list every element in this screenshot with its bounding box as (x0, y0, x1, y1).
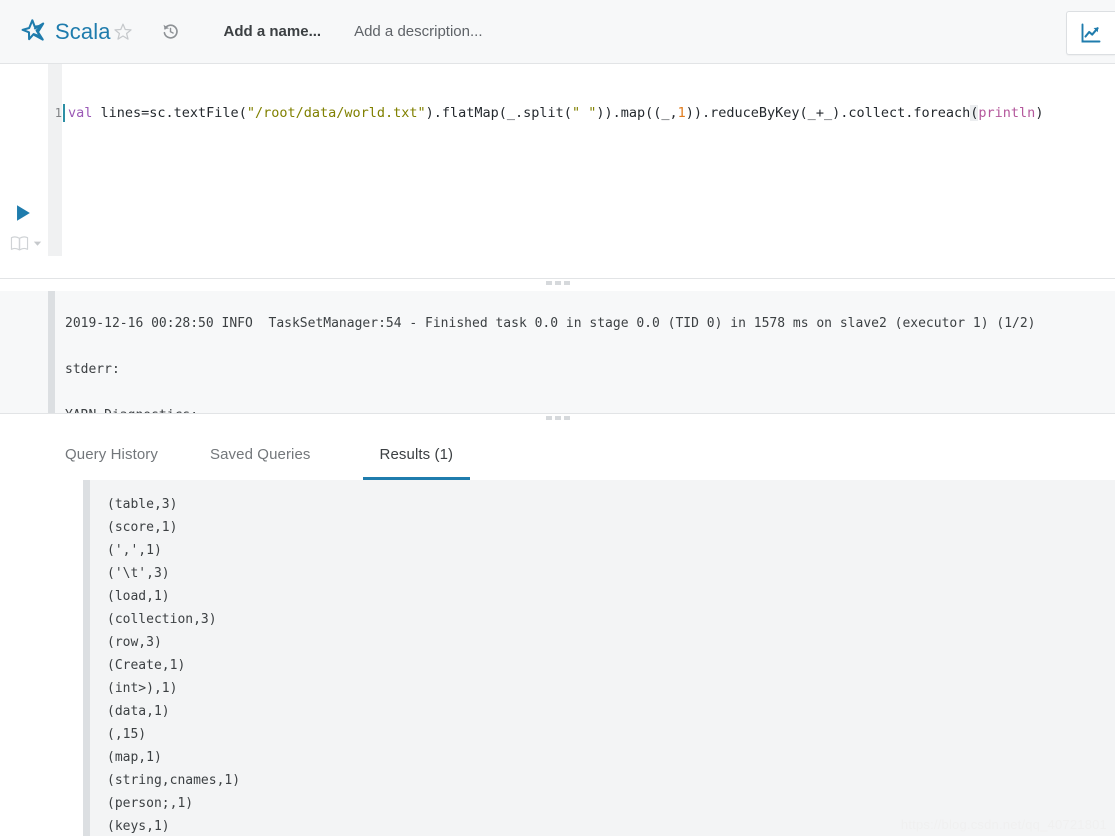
results-inner: (table,3) (score,1) (',',1) ('\t',3) (load,1… (83, 480, 1115, 836)
results-tabbar: Query History Saved Queries Results (1) (0, 426, 1115, 480)
code-editor-panel[interactable]: 1 val lines=sc.textFile("/root/data/worl… (0, 64, 1115, 278)
result-row: ('\t',3) (107, 566, 170, 581)
chevron-down-icon[interactable] (32, 238, 43, 249)
log-accent-bar (48, 291, 55, 413)
result-row: (',',1) (107, 543, 162, 558)
code-token-4: " " (571, 105, 597, 121)
brand[interactable]: Scala (20, 19, 111, 45)
code-token-12: ) (1035, 105, 1044, 121)
code-token-6: 1 (677, 105, 686, 121)
code-token-11: println (978, 105, 1036, 121)
code-token-0: val (68, 105, 93, 121)
tab-saved-queries[interactable]: Saved Queries (210, 446, 311, 480)
log-line: stderr: (65, 362, 120, 377)
query-description-input[interactable]: Add a description... (354, 23, 482, 40)
code-token-2: "/root/data/world.txt" (246, 105, 426, 121)
scala-star-logo-icon (20, 18, 46, 45)
editor-line-number: 1 (54, 106, 62, 120)
drag-handle-icon (545, 416, 570, 420)
header-actions (1066, 11, 1115, 55)
database-explorer-button[interactable] (10, 235, 43, 252)
run-query-button[interactable] (12, 202, 34, 224)
editor-log-splitter[interactable] (0, 278, 1115, 291)
editor-gutter (48, 64, 62, 256)
code-token-8: + (815, 105, 824, 121)
log-results-splitter[interactable] (0, 413, 1115, 426)
star-outline-icon[interactable] (113, 22, 133, 42)
log-line: 2019-12-16 00:28:50 INFO TaskSetManager:… (65, 316, 1036, 331)
result-row: (map,1) (107, 750, 162, 765)
result-row: (data,1) (107, 704, 170, 719)
results-accent-bar (83, 480, 90, 836)
results-panel: (table,3) (score,1) (',',1) ('\t',3) (load,1… (0, 480, 1115, 836)
tab-results-1[interactable]: Results (1) (362, 446, 471, 480)
code-token-9: _).collect.foreach (823, 105, 971, 121)
execution-log-panel: 2019-12-16 00:28:50 INFO TaskSetManager:… (0, 291, 1115, 413)
query-name-input[interactable]: Add a name... (224, 23, 322, 40)
visualization-toggle-button[interactable] (1066, 11, 1115, 55)
result-row: (table,3) (107, 497, 178, 512)
book-open-icon (10, 235, 29, 252)
history-revert-icon[interactable] (161, 22, 180, 41)
log-line: YARN Diagnostics: (65, 393, 1115, 413)
result-row: (collection,3) (107, 612, 217, 627)
code-token-3: ).flatMap(_.split( (425, 105, 572, 121)
log-body: 2019-12-16 00:28:50 INFO TaskSetManager:… (48, 291, 1115, 413)
result-row: (person;,1) (107, 796, 194, 811)
code-token-5: )).map((_, (596, 105, 678, 121)
result-row: (Create,1) (107, 658, 186, 673)
result-row: (int>),1) (107, 681, 178, 696)
result-row: (load,1) (107, 589, 170, 604)
result-row: (keys,1) (107, 819, 170, 834)
drag-handle-icon (545, 281, 570, 285)
editor-caret (63, 104, 65, 122)
results-list: (table,3) (score,1) (',',1) ('\t',3) (load,1… (83, 480, 1115, 836)
result-row: (string,cnames,1) (107, 773, 241, 788)
code-token-1: lines=sc.textFile( (92, 105, 247, 121)
editor-action-rail (0, 64, 48, 278)
scala-query-editor-app: Scala Add a name... Add a description... (0, 0, 1115, 840)
result-row: (score,1) (107, 520, 178, 535)
brand-name: Scala (55, 18, 111, 44)
tab-query-history[interactable]: Query History (65, 446, 158, 480)
result-row: (,15) (107, 727, 147, 742)
line-chart-icon (1079, 21, 1103, 45)
app-header: Scala Add a name... Add a description... (0, 0, 1115, 64)
editor-code-line[interactable]: val lines=sc.textFile("/root/data/world.… (68, 104, 1043, 122)
code-token-7: )).reduceByKey(_ (685, 105, 816, 121)
result-row: (row,3) (107, 635, 162, 650)
play-run-icon (12, 202, 34, 224)
